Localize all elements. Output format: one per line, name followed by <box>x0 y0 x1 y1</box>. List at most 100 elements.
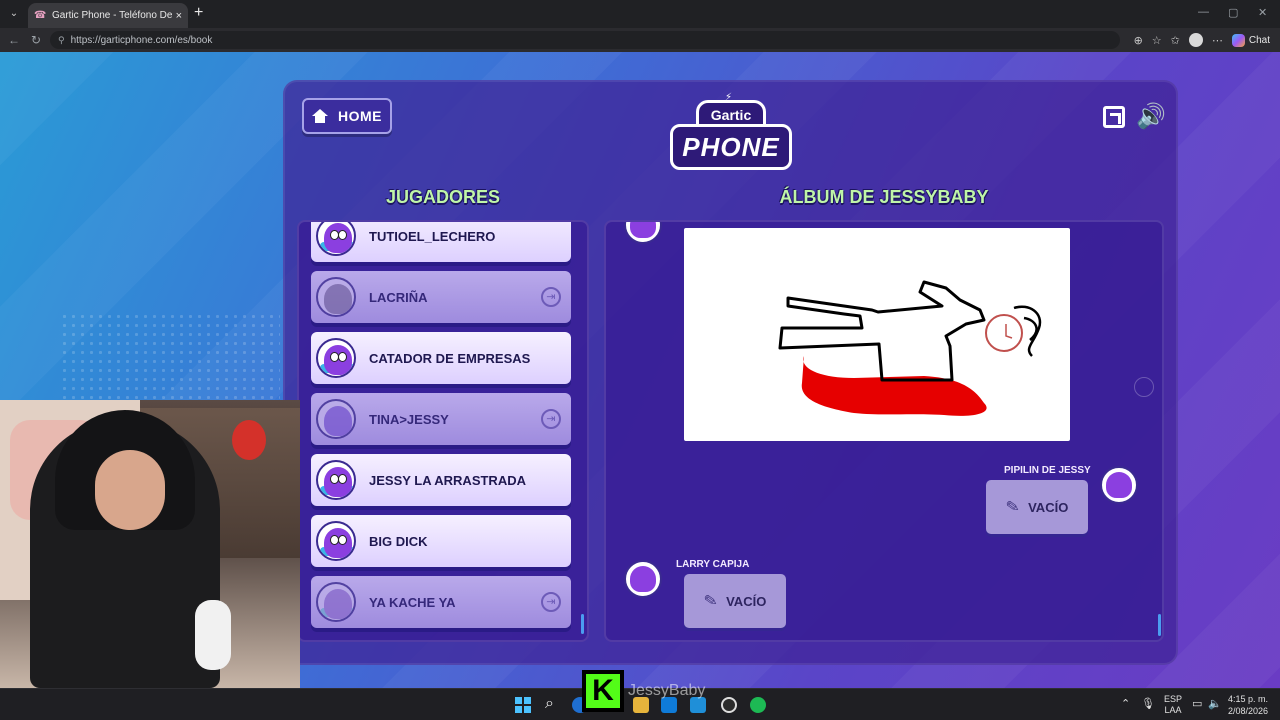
address-bar-row: ← ↻ ⚲ https://garticphone.com/es/book ⊕ … <box>0 28 1280 52</box>
album-panel[interactable]: PIPILIN DE JESSY ✎ VACÍO LARRY CAPIJA ✎ … <box>604 220 1164 642</box>
streamer-name: JessyBaby <box>628 682 706 699</box>
album-author-avatar <box>624 560 662 598</box>
album-entry-card: ✎ VACÍO <box>986 480 1088 534</box>
player-left-icon: ⇥ <box>541 409 561 429</box>
minimize-icon[interactable]: — <box>1198 6 1209 18</box>
pencil-icon: ✎ <box>1004 497 1021 518</box>
player-item: LACRIÑA ⇥ <box>311 271 571 323</box>
browser-toolbar: ⊕ ☆ ✩ ⋯ Chat <box>1134 31 1280 49</box>
tray-chevron-icon[interactable]: ⌃ <box>1121 697 1130 710</box>
album-entry-card: ✎ VACÍO <box>684 574 786 628</box>
gartic-phone-logo: ⚡ Gartic PHONE <box>670 92 792 174</box>
player-name: TINA>JESSY <box>369 411 449 427</box>
windows-start-icon[interactable] <box>515 697 531 713</box>
loading-indicator <box>1134 377 1154 397</box>
player-item: YA KACHE YA ⇥ <box>311 576 571 628</box>
tab-close-icon[interactable]: × <box>176 10 182 22</box>
collections-icon[interactable]: ✩ <box>1171 34 1180 47</box>
more-menu-icon[interactable]: ⋯ <box>1212 34 1223 47</box>
player-name: TUTIOEL_LECHERO <box>369 228 496 244</box>
maximize-icon[interactable]: ▢ <box>1228 6 1238 19</box>
sound-icon[interactable]: 🔊 <box>1136 104 1166 130</box>
player-left-icon: ⇥ <box>541 592 561 612</box>
player-name: YA KACHE YA <box>369 594 456 610</box>
players-title: JUGADORES <box>385 187 501 207</box>
url-text: https://garticphone.com/es/book <box>70 34 213 46</box>
album-author-avatar <box>1100 466 1138 504</box>
player-item: CATADOR DE EMPRESAS <box>311 332 571 384</box>
clock-time: 4:15 p. m. <box>1227 694 1268 704</box>
body-outline <box>778 280 986 382</box>
player-left-icon: ⇥ <box>541 287 561 307</box>
drawing-canvas <box>684 228 1070 441</box>
cam-plush <box>232 420 266 460</box>
taskbar-clock[interactable]: 4:15 p. m. 2/08/2026 <box>1228 693 1268 717</box>
spotify-icon[interactable] <box>750 697 766 713</box>
gartic-favicon-icon: ☎ <box>34 9 47 21</box>
new-tab-button[interactable]: + <box>194 5 203 21</box>
face-lines <box>1005 324 1013 339</box>
player-avatar <box>316 582 356 622</box>
obs-icon[interactable] <box>721 697 737 713</box>
tab-title: Gartic Phone - Teléfono Descomp <box>52 10 172 21</box>
copilot-icon <box>1231 33 1245 47</box>
player-avatar <box>316 277 356 317</box>
head-outline <box>985 314 1023 352</box>
player-avatar <box>316 338 356 378</box>
player-item: BIG DICK <box>311 515 571 567</box>
blood-shape <box>801 356 987 416</box>
album-entry-content: VACÍO <box>1028 499 1069 515</box>
kick-letter: K <box>586 674 620 708</box>
album-title: ÁLBUM DE JESSYBABY <box>779 187 989 207</box>
player-name: LACRIÑA <box>369 289 428 305</box>
player-name: CATADOR DE EMPRESAS <box>369 350 531 366</box>
favorite-star-icon[interactable]: ☆ <box>1152 34 1162 47</box>
fullscreen-icon[interactable] <box>1103 106 1125 128</box>
site-info-icon[interactable]: ⚲ <box>58 35 65 46</box>
profile-avatar[interactable] <box>1188 33 1203 47</box>
player-avatar <box>316 399 356 439</box>
webcam-overlay <box>0 400 300 688</box>
close-window-icon[interactable]: ✕ <box>1258 6 1267 19</box>
mic-tray-icon[interactable]: 🎙 <box>1141 697 1155 710</box>
search-icon[interactable]: ⌕ <box>545 695 554 713</box>
players-list[interactable]: TUTIOEL_LECHERO LACRIÑA ⇥ CATADOR DE EMP… <box>297 220 589 642</box>
network-icon[interactable]: ▭ <box>1192 697 1202 710</box>
player-item: JESSY LA ARRASTRADA <box>311 454 571 506</box>
language-indicator[interactable]: ESP LAA <box>1164 694 1182 716</box>
pencil-icon: ✎ <box>702 591 719 612</box>
home-icon <box>312 109 328 123</box>
album-scrollbar[interactable] <box>1158 614 1161 636</box>
clock-date: 2/08/2026 <box>1227 706 1268 716</box>
url-field[interactable]: ⚲ https://garticphone.com/es/book <box>50 31 1120 49</box>
logo-bottom-text: PHONE <box>670 124 792 170</box>
player-avatar <box>316 222 356 256</box>
player-avatar <box>316 460 356 500</box>
hair-scribble <box>1013 305 1042 357</box>
cam-microphone <box>195 600 231 670</box>
players-scrollbar[interactable] <box>581 614 584 634</box>
chat-label: Chat <box>1248 34 1270 46</box>
player-item: TINA>JESSY ⇥ <box>311 393 571 445</box>
player-avatar <box>316 521 356 561</box>
reload-icon[interactable]: ↻ <box>28 33 44 47</box>
album-entry-author: PIPILIN DE JESSY <box>1004 465 1091 476</box>
player-item: TUTIOEL_LECHERO <box>311 222 571 262</box>
album-entry-author: LARRY CAPIJA <box>676 559 750 570</box>
home-button[interactable]: HOME <box>302 98 392 134</box>
volume-icon[interactable]: 🔈 <box>1208 697 1222 710</box>
cam-face <box>95 450 165 530</box>
player-name: BIG DICK <box>369 533 428 549</box>
language-bottom: LAA <box>1164 705 1182 715</box>
browser-tab[interactable]: ☎ Gartic Phone - Teléfono Descomp × <box>28 3 188 28</box>
kick-logo: K <box>582 670 624 712</box>
home-label: HOME <box>338 108 382 124</box>
album-entry-content: VACÍO <box>726 593 767 609</box>
back-icon[interactable]: ← <box>6 33 22 47</box>
album-author-avatar <box>624 222 662 244</box>
language-top: ESP <box>1164 694 1183 704</box>
tab-list-button[interactable]: ⌄ <box>6 6 22 22</box>
player-name: JESSY LA ARRASTRADA <box>369 472 526 488</box>
copilot-chat-button[interactable]: Chat <box>1231 33 1270 47</box>
zoom-icon[interactable]: ⊕ <box>1134 34 1143 47</box>
